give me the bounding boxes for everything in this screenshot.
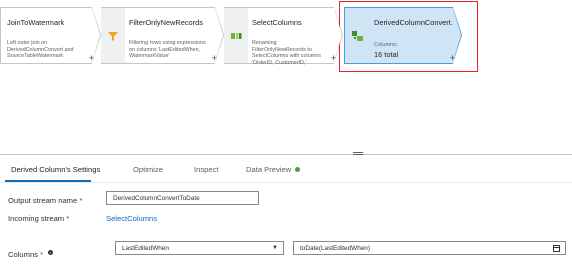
required-marker: * [66,214,70,223]
settings-tabs: Derived Column's Settings Optimize Inspe… [0,156,572,183]
tab-optimize[interactable]: Optimize [133,165,163,174]
tab-data-preview[interactable]: Data Preview [246,165,301,174]
column-select-dropdown[interactable]: LastEditedWhen ▼ [115,241,284,255]
status-dot-icon [295,166,301,172]
panel-divider [0,154,572,155]
filter-icon-box [101,7,125,64]
node-description: Renaming FilterOnlyNewRecords to SelectC… [252,40,321,66]
node-title: SelectColumns [252,18,302,27]
select-columns-icon [231,33,242,39]
incoming-stream-link[interactable]: SelectColumns [106,214,157,223]
expression-builder-icon[interactable] [553,245,560,252]
output-stream-label: Output stream name * [8,196,83,205]
info-icon[interactable]: i [48,250,54,255]
incoming-stream-label: Incoming stream * [8,214,70,223]
tab-inspect[interactable]: Inspect [194,165,218,174]
node-select-columns[interactable]: SelectColumns Renaming FilterOnlyNewReco… [248,7,343,66]
select-icon-box [224,7,248,64]
tabs-border [0,182,572,183]
chevron-down-icon: ▼ [272,245,278,251]
add-transform-button[interactable]: + [331,53,336,63]
columns-label: Columns * i [8,250,54,259]
node-join-to-watermark[interactable]: JoinToWatermark Left outer join on Deriv… [0,7,101,64]
node-title: FilterOnlyNewRecords [129,18,203,27]
add-transform-button[interactable]: + [212,53,217,63]
add-transform-button[interactable]: + [89,53,94,63]
tab-derived-columns-settings[interactable]: Derived Column's Settings [11,165,100,174]
active-tab-indicator [5,180,91,182]
node-filter-only-new-records[interactable]: FilterOnlyNewRecords Filtering rows usin… [125,7,224,64]
output-stream-name-input[interactable]: DerivedColumnConvertToDate [106,191,259,205]
node-title: JoinToWatermark [7,18,65,27]
node-description: Filtering rows using expressions on colu… [129,40,206,60]
add-transform-button[interactable]: + [450,53,455,63]
tab-label: Data Preview [246,165,292,174]
filter-icon [108,32,118,41]
expression-input[interactable]: toDate(LastEditedWhen) [293,241,566,255]
required-marker: * [79,196,83,205]
required-marker: * [40,250,44,259]
data-flow-canvas[interactable]: JoinToWatermark Left outer join on Deriv… [0,0,572,154]
node-description: Left outer join on DerivedColumnConvert … [7,40,74,60]
